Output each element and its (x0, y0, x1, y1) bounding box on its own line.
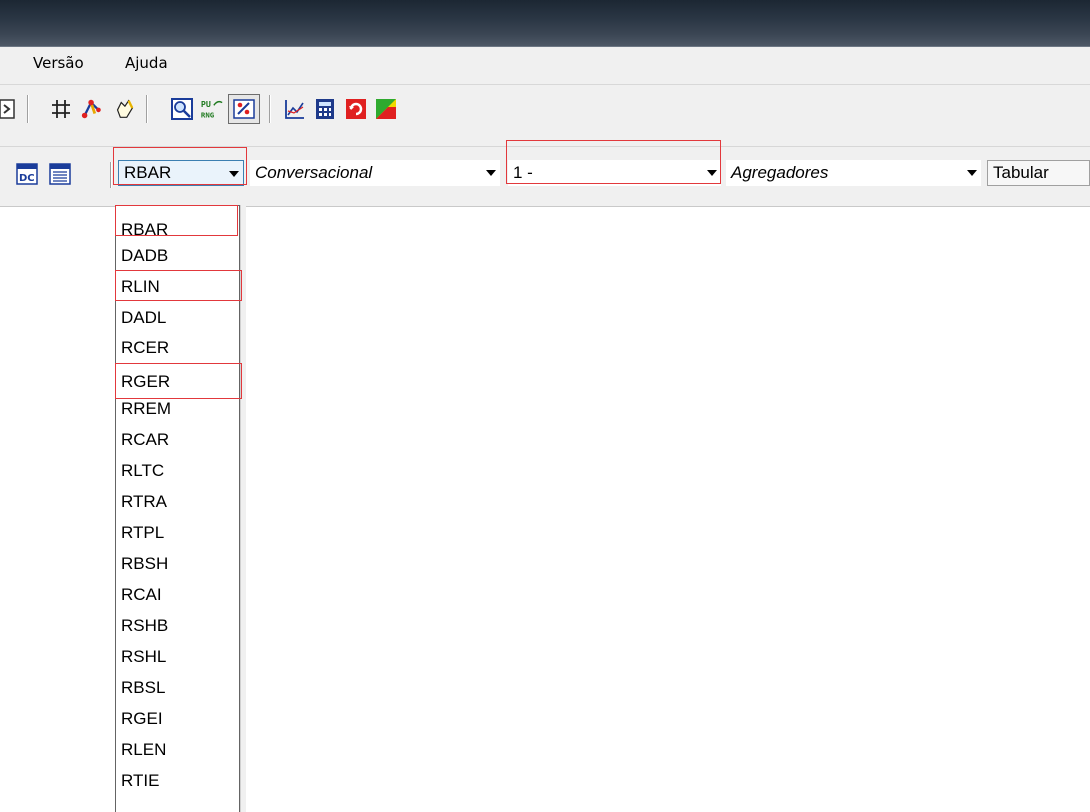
chevron-down-icon[interactable] (486, 170, 496, 176)
calculator-icon[interactable] (313, 97, 337, 121)
dropdown-item-rbsl[interactable]: RBSL (121, 677, 165, 699)
grid-hash-icon[interactable] (49, 97, 73, 121)
mode-value: Conversacional (255, 163, 373, 182)
dropdown-item-rcer[interactable]: RCER (121, 337, 169, 359)
dropdown-item-rshb[interactable]: RSHB (121, 615, 168, 637)
dropdown-item-rtra[interactable]: RTRA (121, 491, 167, 513)
dropdown-item-rltc[interactable]: RLTC (121, 460, 164, 482)
tabular-label: Tabular (993, 163, 1049, 182)
report-type-value: RBAR (124, 163, 172, 182)
tabular-button[interactable]: Tabular (987, 160, 1090, 186)
aggregators-combo[interactable]: Agregadores (726, 160, 981, 186)
dropdown-item-rbsh[interactable]: RBSH (121, 553, 168, 575)
dropdown-item-rrem[interactable]: RREM (121, 398, 171, 420)
cycle-refresh-icon[interactable] (344, 97, 368, 121)
dropdown-item-rger[interactable]: RGER (121, 371, 170, 393)
dropdown-scrollbar[interactable] (240, 205, 246, 812)
svg-text:PU: PU (201, 99, 211, 109)
window-title-bar (0, 0, 1090, 47)
toolbar-separator (110, 162, 111, 188)
aggregators-value: Agregadores (731, 163, 829, 182)
chevron-down-icon[interactable] (229, 171, 239, 177)
dropdown-item-rcar[interactable]: RCAR (121, 429, 169, 451)
menu-versao[interactable]: Versão (33, 54, 84, 72)
color-map-icon[interactable] (374, 97, 398, 121)
dropdown-item-rlen[interactable]: RLEN (121, 739, 166, 761)
menu-bar: Versão Ajuda (0, 47, 1090, 85)
svg-text:RNG: RNG (201, 110, 215, 119)
zoom-search-icon[interactable] (170, 97, 194, 121)
node-link-icon[interactable] (80, 97, 104, 121)
pointer-hand-icon[interactable] (112, 97, 136, 121)
menu-ajuda[interactable]: Ajuda (125, 54, 168, 72)
chevron-down-icon[interactable] (707, 170, 717, 176)
dropdown-item-rcai[interactable]: RCAI (121, 584, 162, 606)
dropdown-item-rtie[interactable]: RTIE (121, 770, 159, 792)
dropdown-item-rgei[interactable]: RGEI (121, 708, 163, 730)
report-type-combo[interactable]: RBAR (118, 160, 244, 186)
list-view-icon[interactable] (48, 162, 72, 186)
dropdown-item-rbar[interactable]: RBAR (121, 219, 168, 241)
svg-text:DC: DC (19, 173, 35, 184)
dc-icon[interactable]: DC (15, 162, 39, 186)
percent-tool-icon[interactable] (228, 94, 260, 124)
toolbar-separator (146, 95, 147, 123)
number-combo[interactable]: 1 - (508, 160, 721, 186)
line-chart-icon[interactable] (283, 97, 307, 121)
dropdown-item-rtpl[interactable]: RTPL (121, 522, 164, 544)
dropdown-item-dadb[interactable]: DADB (121, 245, 168, 267)
report-type-dropdown[interactable]: RBAR DADB RLIN DADL RCER RGER RREM RCAR … (115, 205, 240, 812)
pu-rng-icon[interactable]: PU RNG (200, 97, 224, 121)
combo-toolbar: DC RBAR Conversacional 1 - Agregadores T… (0, 147, 1090, 207)
number-value: 1 - (513, 163, 533, 182)
mode-combo[interactable]: Conversacional (250, 160, 500, 186)
dropdown-item-dadl[interactable]: DADL (121, 307, 166, 329)
chevron-down-icon[interactable] (967, 170, 977, 176)
icon-toolbar: PU RNG (0, 85, 1090, 147)
dropdown-item-rlin[interactable]: RLIN (121, 276, 160, 298)
navigate-arrow-icon[interactable] (0, 97, 18, 121)
dropdown-item-rshl[interactable]: RSHL (121, 646, 166, 668)
toolbar-separator (27, 95, 28, 123)
toolbar-separator (269, 95, 270, 123)
